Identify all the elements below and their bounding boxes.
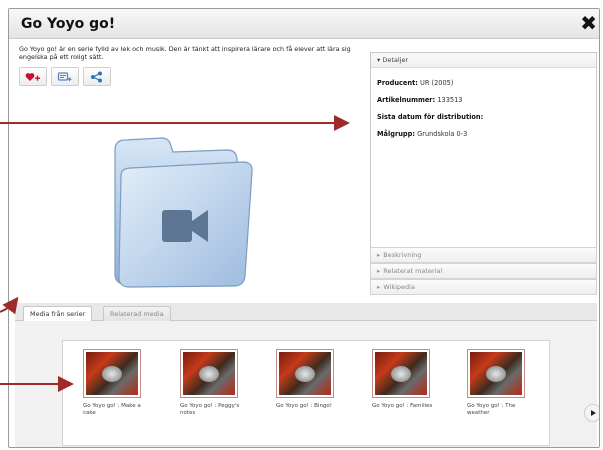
media-caption[interactable]: Go Yoyo go! : Families: [372, 403, 436, 410]
media-thumbnail[interactable]: [372, 349, 430, 398]
media-thumbnail[interactable]: [467, 349, 525, 398]
media-carousel: Go Yoyo go! : Make a cake Go Yoyo go! : …: [62, 340, 599, 446]
chevron-right-icon: ▸: [377, 251, 381, 259]
play-next-icon: [591, 410, 596, 416]
malgrupp-value: Grundskola 0-3: [417, 130, 468, 138]
producent-value: UR (2005): [420, 79, 454, 87]
media-tabs: Media från serier Relaterad media: [15, 303, 597, 321]
details-header[interactable]: ▾ Detaljer: [371, 53, 596, 68]
media-thumbnail[interactable]: [83, 349, 141, 398]
chevron-right-icon: ▸: [377, 267, 381, 275]
details-body: Producent: UR (2005) Artikelnummer: 1335…: [371, 68, 596, 156]
accordion-label: Wikipedia: [383, 283, 415, 291]
media-dialog: Go Yoyo go! ✖ Go Yoyo go! är en serie fy…: [8, 8, 600, 448]
artikel-value: 133513: [437, 96, 463, 104]
distribution-row: Sista datum för distribution:: [377, 112, 590, 122]
producent-label: Producent:: [377, 79, 418, 87]
action-buttons: [19, 67, 111, 86]
accordion-relaterat-material[interactable]: ▸ Relaterat material: [370, 263, 597, 279]
playlist-add-icon: [57, 71, 72, 81]
media-thumbnail[interactable]: [180, 349, 238, 398]
title-bar: Go Yoyo go! ✖: [9, 9, 599, 39]
screenshot-stage: Go Yoyo go! ✖ Go Yoyo go! är en serie fy…: [0, 0, 603, 450]
share-button[interactable]: [83, 67, 111, 86]
add-favorite-button[interactable]: [19, 67, 47, 86]
media-carousel-area: Go Yoyo go! : Make a cake Go Yoyo go! : …: [15, 321, 599, 447]
media-item[interactable]: Go Yoyo go! : Peggy's notes: [180, 349, 240, 417]
details-panel: ▾ Detaljer Producent: UR (2005) Artikeln…: [370, 52, 597, 255]
media-item[interactable]: Go Yoyo go! : Make a cake: [83, 349, 143, 417]
media-thumbnail[interactable]: [276, 349, 334, 398]
media-caption[interactable]: Go Yoyo go! : Bingo!: [276, 403, 340, 410]
share-icon: [91, 71, 102, 82]
malgrupp-label: Målgrupp:: [377, 130, 416, 138]
accordion-label: Relaterat material: [383, 267, 443, 275]
video-folder-icon: [114, 137, 253, 288]
tab-media-fran-serier[interactable]: Media från serier: [23, 306, 93, 321]
tab-relaterad-media[interactable]: Relaterad media: [103, 306, 171, 321]
media-item[interactable]: Go Yoyo go! : Families: [372, 349, 432, 410]
media-item[interactable]: Go Yoyo go! : Bingo!: [276, 349, 336, 410]
heart-add-icon: [25, 72, 40, 81]
dialog-title: Go Yoyo go!: [21, 16, 116, 32]
malgrupp-row: Målgrupp: Grundskola 0-3: [377, 129, 590, 139]
media-caption[interactable]: Go Yoyo go! : Make a cake: [83, 403, 147, 417]
media-caption[interactable]: Go Yoyo go! : Peggy's notes: [180, 403, 244, 417]
artikel-label: Artikelnummer:: [377, 96, 436, 104]
series-description: Go Yoyo go! är en serie fylld av lek och…: [19, 45, 351, 61]
artikel-row: Artikelnummer: 133513: [377, 95, 590, 105]
accordion-wikipedia[interactable]: ▸ Wikipedia: [370, 279, 597, 295]
carousel-next-button[interactable]: [584, 404, 599, 422]
distribution-label: Sista datum för distribution:: [377, 113, 484, 121]
chevron-right-icon: ▸: [377, 283, 381, 291]
add-to-playlist-button[interactable]: [51, 67, 79, 86]
producent-row: Producent: UR (2005): [377, 78, 590, 88]
accordion-label: Beskrivning: [383, 251, 422, 259]
accordion-beskrivning[interactable]: ▸ Beskrivning: [370, 247, 597, 263]
media-item[interactable]: Go Yoyo go! : The weather: [467, 349, 527, 417]
close-icon[interactable]: ✖: [580, 12, 597, 34]
media-caption[interactable]: Go Yoyo go! : The weather: [467, 403, 531, 417]
